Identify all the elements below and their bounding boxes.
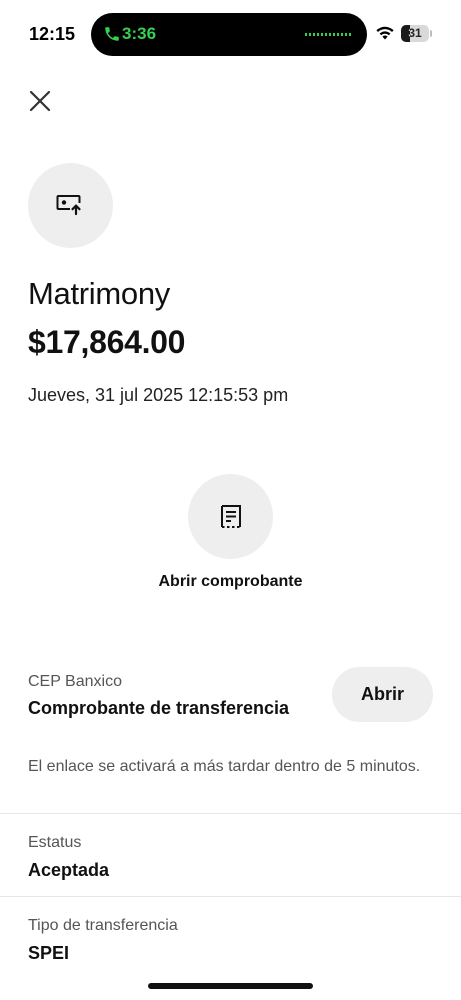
open-cep-button[interactable]: Abrir [332, 667, 433, 722]
divider [0, 896, 461, 897]
status-bar: 12:15 3:36 31 [0, 0, 461, 62]
bottom-safe-area [0, 959, 461, 1000]
dynamic-island-call[interactable]: 3:36 [91, 13, 367, 56]
cep-notice: El enlace se activará a más tardar dentr… [28, 758, 421, 775]
transfer-icon-badge [28, 163, 113, 248]
open-receipt-button[interactable] [188, 474, 273, 559]
payee-name: Matrimony [28, 276, 170, 311]
home-indicator[interactable] [148, 983, 313, 989]
close-icon[interactable] [26, 87, 54, 115]
battery-icon: 31 [401, 25, 432, 42]
receipt-icon [221, 505, 241, 528]
status-time: 12:15 [29, 24, 76, 44]
cep-value: Comprobante de transferencia [28, 698, 290, 718]
transfer-type-value: SPEI [28, 943, 70, 959]
divider [0, 813, 461, 814]
status-label: Estatus [28, 834, 82, 851]
transfer-amount: $17,864.00 [28, 324, 186, 360]
status-value: Aceptada [28, 860, 110, 880]
transfer-type-label: Tipo de transferencia [28, 917, 178, 934]
cep-label: CEP Banxico [28, 673, 122, 690]
battery-level: 31 [408, 26, 422, 40]
phone-icon [105, 27, 119, 41]
audio-waveform-icon [305, 33, 351, 36]
wifi-icon [376, 26, 394, 40]
open-receipt-label[interactable]: Abrir comprobante [0, 573, 461, 591]
transfer-upload-icon [56, 195, 82, 216]
transfer-datetime: Jueves, 31 jul 2025 12:15:53 pm [28, 385, 289, 405]
call-duration: 3:36 [122, 24, 157, 43]
